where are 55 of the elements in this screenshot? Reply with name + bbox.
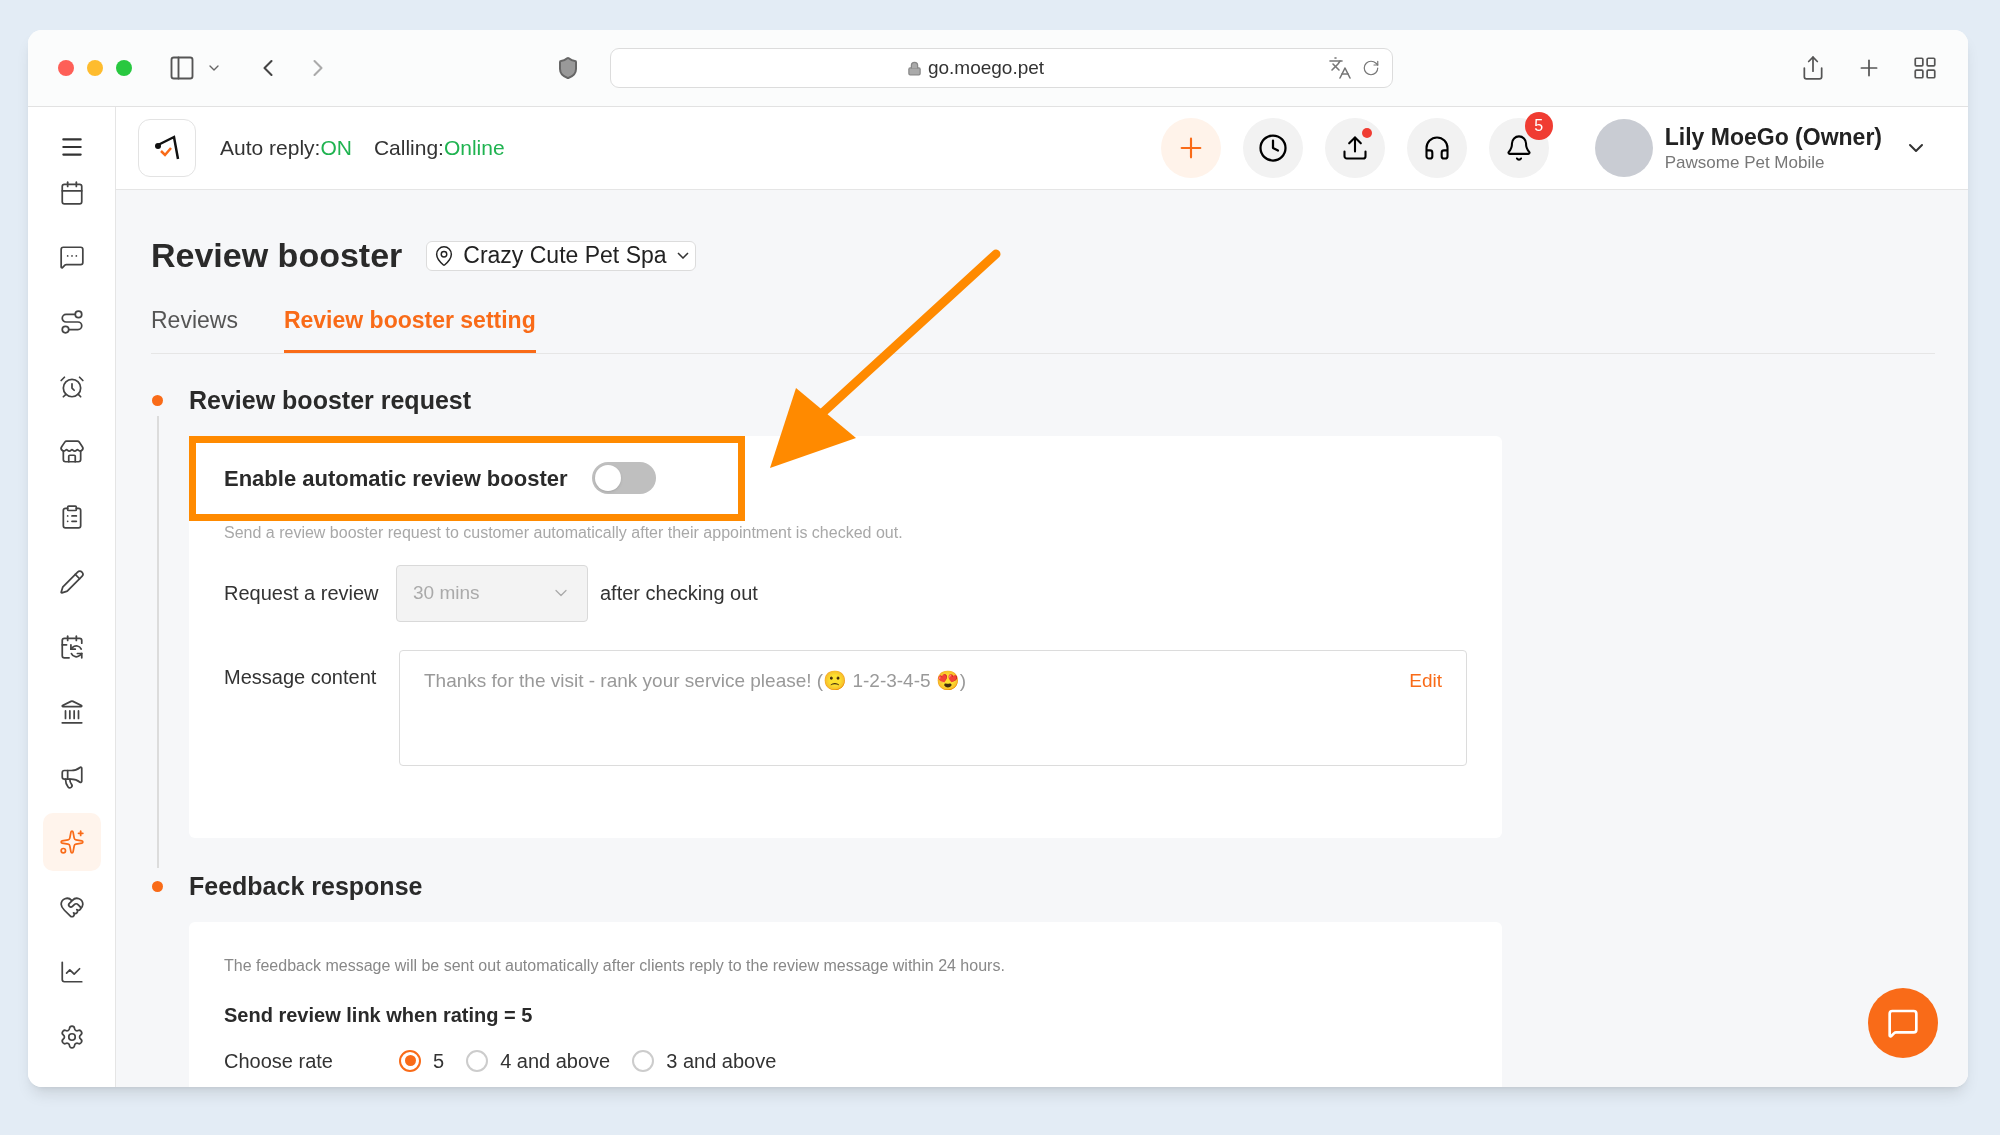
radio-button[interactable]	[399, 1049, 421, 1072]
field-label: Message content	[224, 664, 378, 690]
upload-icon	[1340, 134, 1369, 162]
chart-icon	[58, 959, 85, 985]
page-title: Review booster	[151, 235, 403, 276]
route-icon	[58, 309, 85, 335]
chevron-down-icon	[676, 252, 689, 259]
rate-option[interactable]: 4 and above	[466, 1045, 611, 1076]
tab-overview-icon[interactable]	[1912, 55, 1938, 81]
chat-icon	[58, 244, 85, 270]
sidebar-toggle-icon[interactable]	[168, 54, 196, 82]
toggle-knob	[594, 465, 621, 491]
calling-status: Calling:Online	[373, 135, 505, 162]
location-select[interactable]: Crazy Cute Pet Spa	[426, 240, 696, 271]
user-name: Lily MoeGo (Owner)	[1664, 123, 1882, 152]
radio-button[interactable]	[466, 1049, 489, 1072]
field-label: Choose rate	[224, 1048, 334, 1074]
pencil-icon	[58, 569, 85, 595]
translate-icon[interactable]	[1328, 56, 1352, 80]
auto-reply-status: Auto reply:ON	[220, 135, 352, 162]
lock-icon	[906, 60, 922, 76]
field-label: Request a review	[224, 581, 380, 606]
stars-icon	[58, 829, 85, 855]
alarm-clock-icon	[58, 374, 85, 400]
rate-option[interactable]: 3 and above	[632, 1045, 777, 1076]
settings-icon	[58, 1024, 85, 1050]
app-logo[interactable]	[138, 119, 196, 177]
help-text: The feedback message will be sent out automatically after clients reply to the review message within 24 hours.	[224, 955, 1006, 976]
headset-icon	[1422, 134, 1451, 162]
shield-icon[interactable]	[556, 56, 580, 80]
chat-icon	[1887, 1007, 1919, 1039]
rule-text: Send review link when rating = 5	[224, 1002, 534, 1028]
toggle-label: Enable automatic review booster	[224, 464, 568, 493]
share-icon[interactable]	[1800, 55, 1826, 81]
calendar-sync-icon	[58, 634, 85, 660]
rate-option[interactable]: 5	[399, 1045, 445, 1076]
bank-icon	[58, 699, 85, 725]
megaphone-icon	[58, 764, 85, 790]
clock-icon	[1257, 133, 1288, 163]
calendar-icon	[58, 180, 85, 206]
section-heading: Review booster request	[189, 384, 473, 416]
section-heading: Feedback response	[189, 870, 424, 902]
business-name: Pawsome Pet Mobile	[1664, 152, 1826, 174]
bell-icon	[1504, 134, 1533, 162]
message-text: Thanks for the visit - rank your service please! (🙁 1-2-3-4-5 😍)	[424, 668, 967, 693]
tab[interactable]: Reviews	[151, 303, 238, 353]
toggle-switch[interactable]	[591, 462, 656, 494]
reload-icon[interactable]	[1362, 59, 1380, 77]
url-text: go.moego.pet	[927, 55, 1045, 80]
store-icon	[58, 439, 85, 465]
help-text: Send a review booster request to customer automatically after their appointment is checked out.	[224, 522, 904, 543]
radio-button[interactable]	[632, 1049, 655, 1072]
address-bar[interactable]: go.moego.pet	[610, 48, 1393, 88]
notification-count: 5	[1524, 112, 1553, 140]
field-suffix: after checking out	[600, 581, 758, 606]
